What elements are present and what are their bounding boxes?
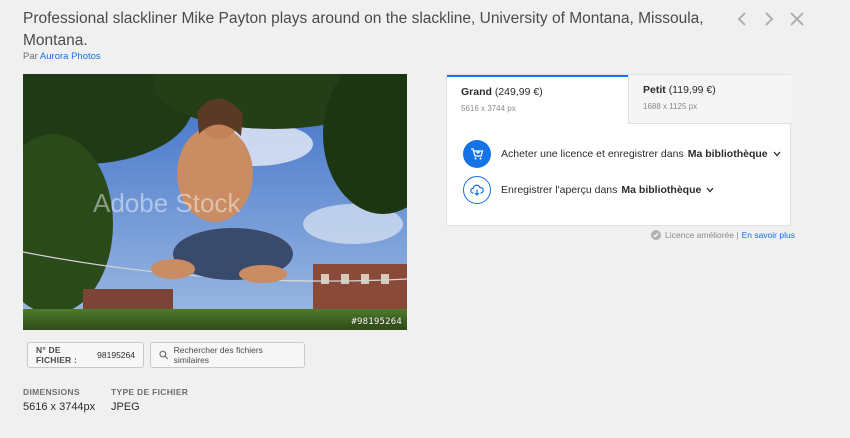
dimensions-value: 5616 x 3744px (23, 401, 96, 413)
image-file-id-overlay: #98195264 (351, 317, 402, 327)
search-icon (159, 350, 169, 360)
search-similar-label: Rechercher des fichiers similaires (173, 345, 263, 365)
chevron-down-icon (773, 151, 781, 157)
dimensions-heading: DIMENSIONS (23, 387, 80, 397)
chevron-right-icon (765, 12, 774, 26)
watermark-text: Adobe Stock (93, 188, 241, 218)
tab-petit-name: Petit (643, 84, 666, 96)
file-type-value: JPEG (111, 401, 140, 413)
tab-grand-size: 5616 x 3744 px (461, 104, 516, 113)
tab-petit[interactable]: Petit (119,99 €) 1688 x 1125 px (628, 75, 792, 124)
cloud-download-icon (463, 176, 491, 204)
close-button[interactable] (788, 10, 806, 28)
cart-icon (463, 140, 491, 168)
author-prefix: Par (23, 51, 38, 62)
buy-licence-label: Acheter une licence et enregistrer dans (501, 148, 684, 160)
prev-button[interactable] (733, 10, 751, 28)
tab-grand-name: Grand (461, 86, 492, 98)
tab-petit-price: (119,99 €) (668, 84, 716, 96)
learn-more-link[interactable]: En savoir plus (742, 230, 795, 240)
file-type-heading: TYPE DE FICHIER (111, 387, 189, 397)
next-button[interactable] (760, 10, 778, 28)
stock-photo[interactable]: Adobe Stock #98195264 (23, 74, 407, 330)
buy-licence-action[interactable]: Acheter une licence et enregistrer dans … (463, 140, 781, 168)
tab-petit-size: 1688 x 1125 px (643, 102, 698, 111)
buy-library-select[interactable]: Ma bibliothèque (688, 148, 768, 160)
author-byline: Par Aurora Photos (23, 51, 101, 62)
licence-panel: Grand (249,99 €) 5616 x 3744 px Petit (1… (446, 74, 792, 226)
enhanced-licence-note: Licence améliorée | En savoir plus (651, 230, 795, 240)
page-title: Professional slackliner Mike Payton play… (23, 10, 704, 49)
close-icon (790, 12, 804, 26)
save-preview-label: Enregistrer l'aperçu dans (501, 184, 618, 196)
photo-illustration: Adobe Stock (23, 74, 407, 330)
tab-grand-price: (249,99 €) (494, 86, 543, 98)
author-link[interactable]: Aurora Photos (40, 51, 101, 62)
file-number-value: 98195264 (97, 350, 135, 360)
preview-library-select[interactable]: Ma bibliothèque (621, 184, 701, 196)
chevron-down-icon (706, 187, 714, 193)
file-number-chip: N° DE FICHIER : 98195264 (27, 342, 144, 368)
save-preview-action[interactable]: Enregistrer l'aperçu dans Ma bibliothèqu… (463, 176, 714, 204)
checkmark-icon (651, 230, 661, 240)
search-similar-button[interactable]: Rechercher des fichiers similaires (150, 342, 305, 368)
file-number-label: N° DE FICHIER : (36, 345, 77, 365)
enhanced-licence-text: Licence améliorée | (665, 230, 739, 240)
chevron-left-icon (737, 12, 746, 26)
tab-grand[interactable]: Grand (249,99 €) 5616 x 3744 px (447, 75, 628, 124)
